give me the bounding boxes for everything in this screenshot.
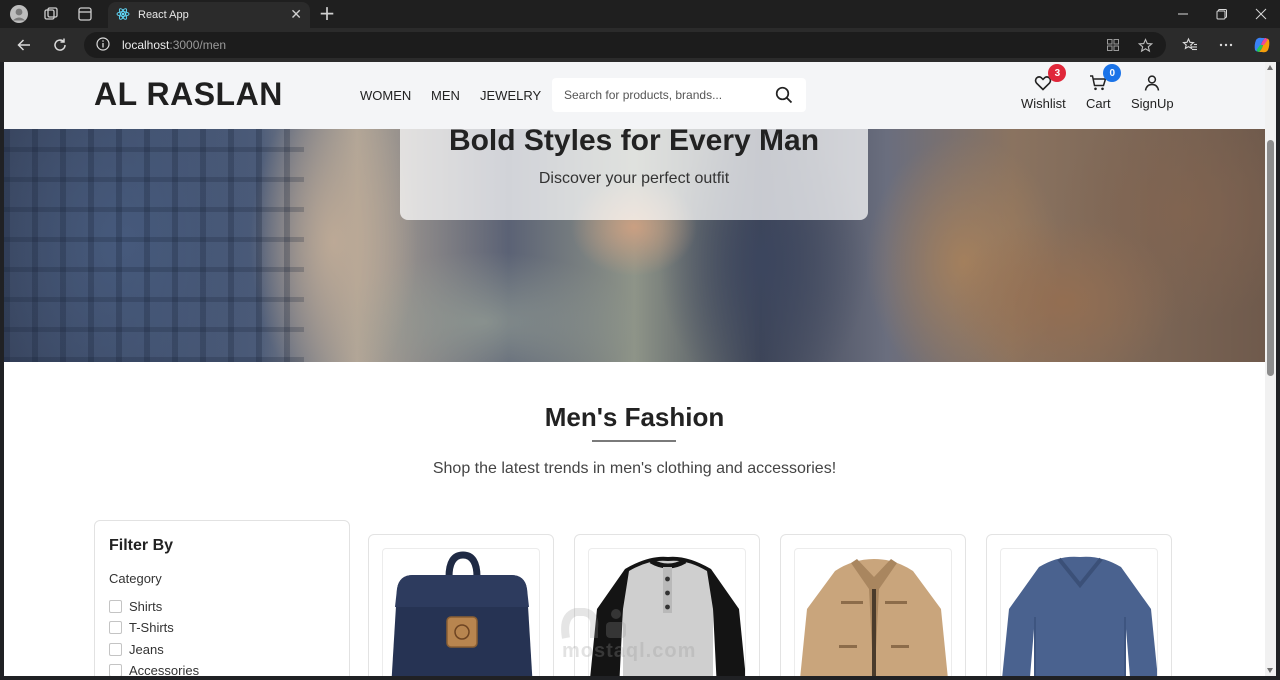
- longsleeve-shirt-image[interactable]: [1000, 548, 1158, 676]
- maximize-icon[interactable]: [1207, 4, 1237, 24]
- tab-title: React App: [138, 9, 189, 21]
- wishlist-count-badge: 3: [1048, 64, 1067, 82]
- new-tab-button[interactable]: +: [316, 3, 338, 23]
- tab-react-app[interactable]: React App ✕: [108, 2, 310, 28]
- filter-option-shirts[interactable]: Shirts: [109, 599, 162, 614]
- minimize-icon[interactable]: [1168, 4, 1198, 24]
- checkbox[interactable]: [109, 621, 122, 634]
- filter-option-label: Shirts: [129, 599, 163, 614]
- collections-icon[interactable]: [40, 4, 62, 24]
- section-subtitle: Shop the latest trends in men's clothing…: [432, 460, 837, 477]
- hero-subtitle: Discover your perfect outfit: [538, 170, 730, 187]
- jacket-image[interactable]: [794, 548, 952, 676]
- user-icon: [1143, 74, 1161, 92]
- profile-avatar-icon[interactable]: [8, 4, 30, 24]
- section-divider: [592, 440, 676, 442]
- tab-close-icon[interactable]: ✕: [290, 7, 302, 23]
- favorite-star-icon[interactable]: [1136, 37, 1154, 53]
- filter-option-label: Jeans: [129, 642, 164, 657]
- url-host: localhost: [122, 38, 170, 52]
- cart-count-badge: 0: [1103, 64, 1122, 82]
- product-card[interactable]: [780, 534, 966, 676]
- react-logo-icon: [116, 6, 130, 25]
- scrollbar-thumb[interactable]: [1267, 140, 1274, 376]
- back-arrow-icon[interactable]: [12, 34, 36, 56]
- search-bar: [552, 78, 806, 112]
- cart-button[interactable]: 0 Cart: [1086, 64, 1122, 111]
- scroll-down-arrow-icon[interactable]: [1267, 668, 1273, 673]
- site-logo[interactable]: AL RASLAN: [94, 76, 283, 113]
- site-info-icon[interactable]: [96, 36, 110, 55]
- copilot-icon[interactable]: [1250, 34, 1274, 56]
- browser-tab-bar: React App ✕ +: [0, 0, 1280, 28]
- checkbox[interactable]: [109, 643, 122, 656]
- filter-title: Filter By: [109, 537, 174, 554]
- filter-option-tshirts[interactable]: T-Shirts: [109, 620, 174, 635]
- filter-option-accessories[interactable]: Accessories: [109, 663, 199, 676]
- cart-icon: 0: [1089, 64, 1122, 92]
- browser-address-bar: localhost:3000/men: [0, 28, 1280, 62]
- close-window-icon[interactable]: [1246, 4, 1276, 24]
- checkbox[interactable]: [109, 600, 122, 613]
- filter-panel: Filter By Category Shirts T-Shirts Jeans…: [94, 520, 350, 676]
- product-card[interactable]: [986, 534, 1172, 676]
- search-icon[interactable]: [772, 84, 796, 106]
- favorites-icon[interactable]: [1178, 34, 1202, 56]
- page-scrollbar[interactable]: [1265, 62, 1276, 676]
- more-options-icon[interactable]: [1214, 34, 1238, 56]
- product-card[interactable]: [368, 534, 554, 676]
- nav-link-jewelry[interactable]: JEWELRY: [480, 88, 541, 103]
- wishlist-label: Wishlist: [1021, 96, 1066, 111]
- url-bar[interactable]: localhost:3000/men: [84, 32, 1166, 58]
- signup-label: SignUp: [1131, 96, 1174, 111]
- vertical-tabs-icon[interactable]: [74, 4, 96, 24]
- cart-label: Cart: [1086, 96, 1111, 111]
- nav-link-men[interactable]: MEN: [431, 88, 460, 103]
- filter-option-label: Accessories: [129, 663, 200, 676]
- site-header: AL RASLAN WOMEN MEN JEWELRY 3 Wishlist 0…: [4, 62, 1265, 129]
- search-input[interactable]: [552, 78, 762, 112]
- wishlist-button[interactable]: 3 Wishlist: [1021, 64, 1067, 111]
- product-card[interactable]: [574, 534, 760, 676]
- page-viewport: Bold Styles for Every Man Discover your …: [4, 62, 1265, 676]
- henley-shirt-image[interactable]: [588, 548, 746, 676]
- nav-link-women[interactable]: WOMEN: [360, 88, 411, 103]
- scroll-up-arrow-icon[interactable]: [1267, 65, 1273, 70]
- backpack-image[interactable]: [382, 548, 540, 676]
- signup-button[interactable]: SignUp: [1131, 74, 1174, 111]
- filter-option-label: T-Shirts: [129, 620, 174, 635]
- app-available-icon[interactable]: [1104, 37, 1122, 53]
- reload-icon[interactable]: [48, 34, 72, 56]
- checkbox[interactable]: [109, 664, 122, 676]
- section-title: Men's Fashion: [544, 402, 725, 432]
- heart-icon: 3: [1034, 64, 1067, 92]
- hero-title: Bold Styles for Every Man: [448, 124, 820, 157]
- filter-option-jeans[interactable]: Jeans: [109, 642, 164, 657]
- filter-category-label: Category: [109, 571, 162, 586]
- url-path: :3000/men: [169, 38, 227, 52]
